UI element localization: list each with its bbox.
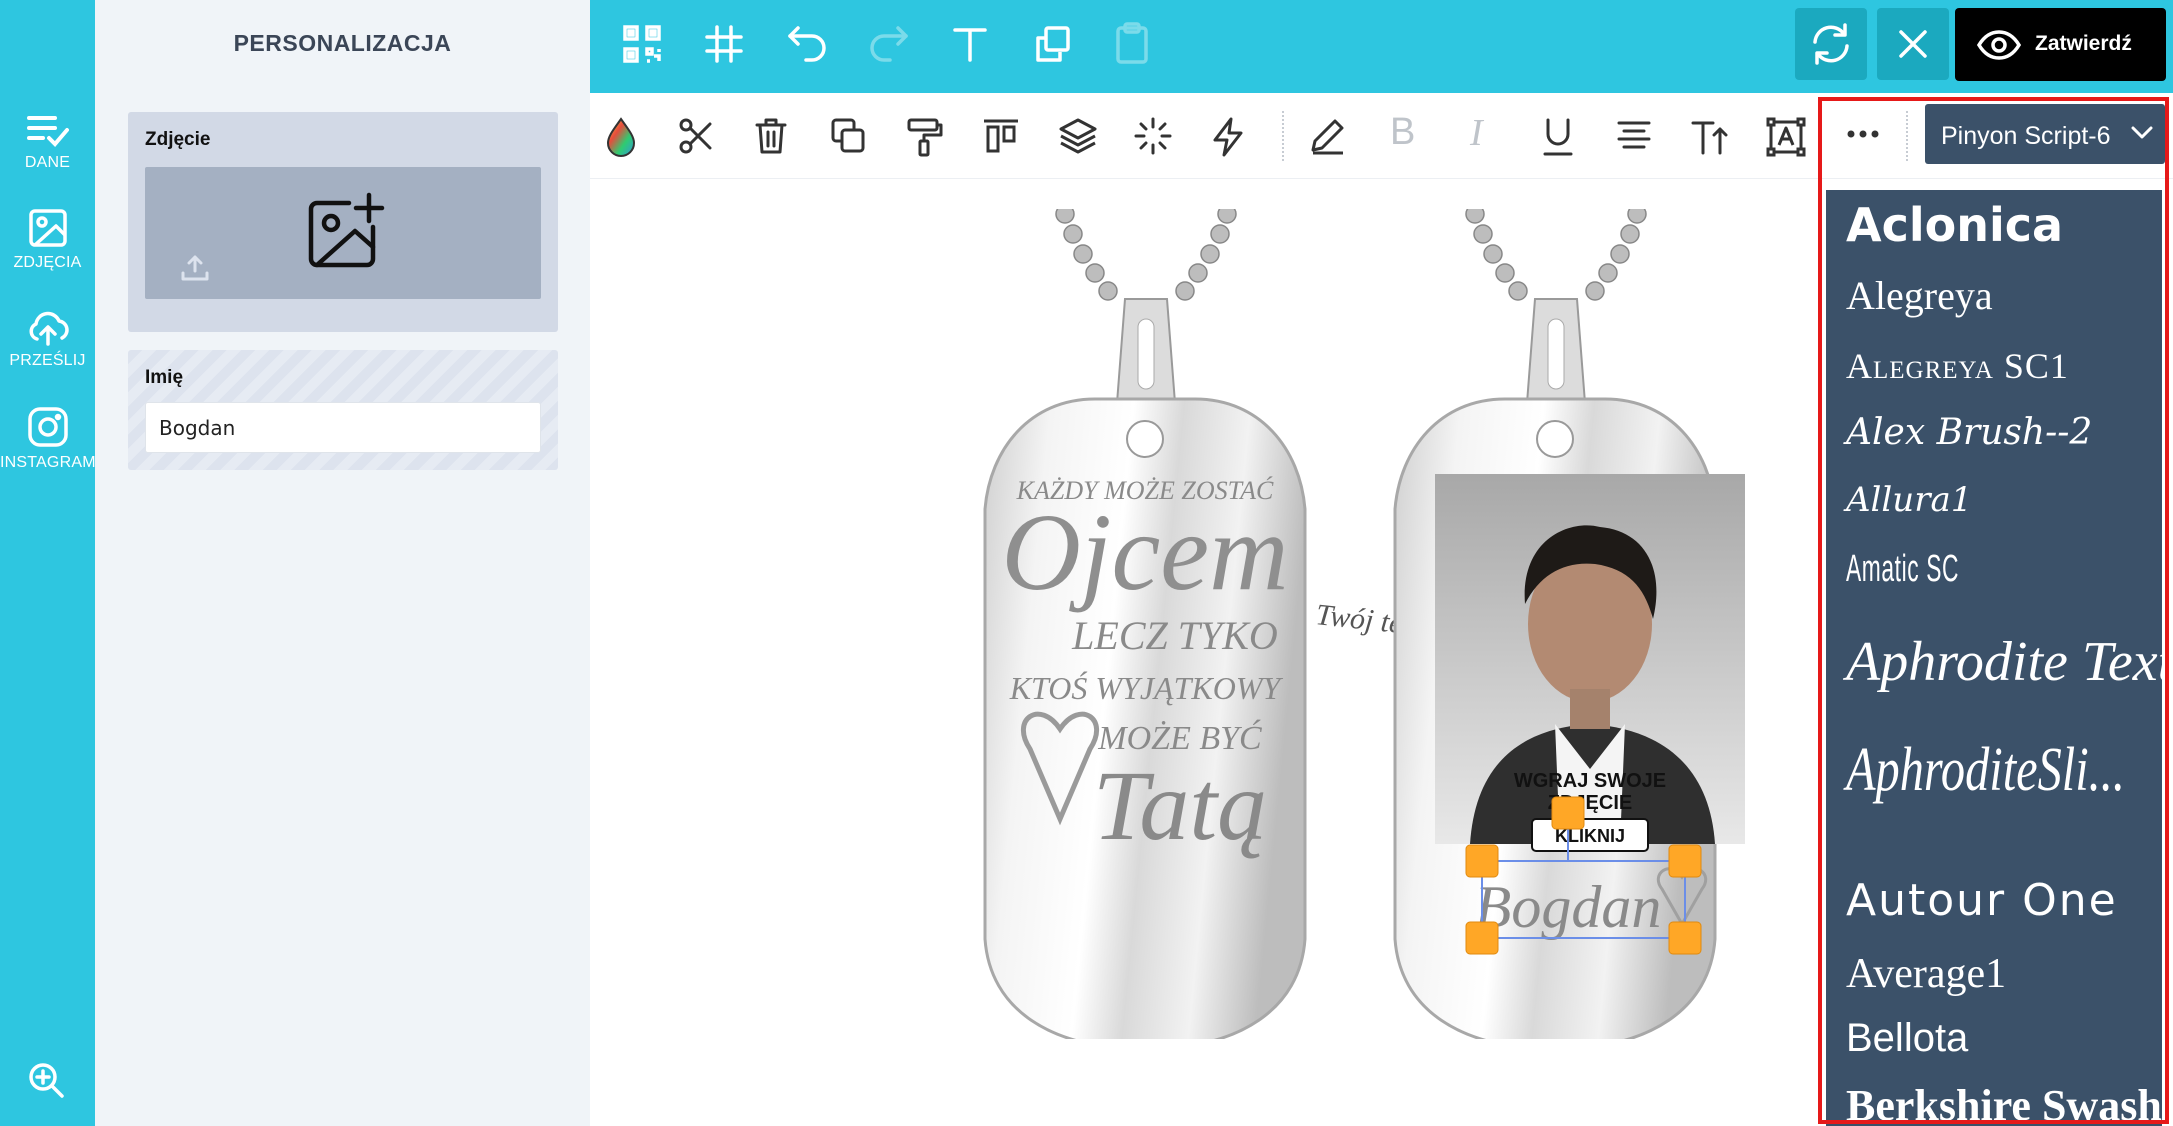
italic-icon[interactable]: I: [1470, 111, 1483, 155]
top-toolbar: Zatwierdź: [590, 0, 2173, 93]
rail-item-instagram[interactable]: INSTAGRAM: [0, 406, 96, 472]
rail-label: INSTAGRAM: [0, 454, 96, 471]
scissors-icon[interactable]: [678, 117, 714, 155]
name-text[interactable]: Bogdan: [1475, 874, 1662, 940]
font-option[interactable]: AphroditeSli...: [1846, 735, 2125, 806]
cloud-upload-icon: [29, 311, 69, 346]
font-option[interactable]: Alex Brush--2: [1846, 412, 2092, 453]
font-option[interactable]: Berkshire Swash: [1846, 1080, 2162, 1126]
tag1-line6: Tatą: [1093, 750, 1267, 861]
font-select-value: Pinyon Script-6: [1941, 122, 2111, 150]
rail-label: ZDJĘCIA: [13, 254, 82, 271]
text-box-icon[interactable]: [1766, 117, 1806, 157]
chain-left: [1055, 209, 1237, 301]
refresh-icon: [1813, 23, 1849, 65]
name-label: Imię: [145, 367, 184, 388]
font-option[interactable]: Alegreya: [1846, 272, 1993, 319]
image-icon: [28, 209, 67, 247]
toolbar-separator: [1906, 111, 1908, 161]
font-option[interactable]: Alegreya SC1: [1846, 345, 2069, 387]
click-button[interactable]: KLIKNIJ: [1531, 818, 1649, 852]
toolbar-separator: [1282, 111, 1284, 161]
dog-tags-preview: KAŻDY MOŻE ZOSTAĆ Ojcem LECZ TYKO KTOŚ W…: [983, 209, 1745, 1039]
rail-item-zdjecia[interactable]: ZDJĘCIA: [0, 208, 95, 272]
trash-icon[interactable]: [754, 117, 788, 155]
approve-label: Zatwierdź: [2035, 32, 2132, 55]
refresh-button[interactable]: [1795, 8, 1867, 80]
align-center-icon[interactable]: [1616, 117, 1652, 155]
clipboard-icon[interactable]: [1114, 22, 1150, 66]
font-dropdown-list: Aclonica Alegreya Alegreya SC1 Alex Brus…: [1826, 190, 2162, 1126]
pencil-icon[interactable]: [1310, 117, 1346, 155]
color-drop-icon[interactable]: [602, 117, 640, 157]
more-icon[interactable]: [1846, 129, 1880, 139]
tag1-line3: LECZ TYKO: [1071, 613, 1278, 658]
panel-title: PERSONALIZACJA: [233, 30, 452, 56]
font-option[interactable]: Average1: [1846, 950, 2006, 998]
rail-item-przeslij[interactable]: PRZEŚLIJ: [0, 306, 95, 370]
sparkle-icon[interactable]: [1134, 117, 1172, 155]
text-size-icon[interactable]: [1690, 117, 1730, 157]
lightning-icon[interactable]: [1210, 117, 1246, 157]
image-plus-icon: [308, 192, 385, 268]
personalization-panel: PERSONALIZACJA Zdjęcie Imię: [95, 0, 590, 1126]
rail-item-dane[interactable]: DANE: [0, 112, 95, 172]
name-card: Imię: [128, 350, 558, 470]
duplicate-icon[interactable]: [1032, 22, 1072, 66]
font-option[interactable]: Aphrodite Text: [1846, 630, 2162, 694]
close-icon: [1899, 30, 1927, 58]
photo-card: Zdjęcie: [128, 112, 558, 332]
text-icon[interactable]: [950, 22, 990, 66]
name-input[interactable]: [145, 402, 541, 453]
font-option[interactable]: Amatic SC: [1846, 548, 1959, 591]
photo-label: Zdjęcie: [145, 129, 211, 150]
align-top-icon[interactable]: [982, 117, 1020, 155]
left-rail: DANE ZDJĘCIA PRZEŚLIJ INSTAGRAM: [0, 0, 96, 1126]
tag1-line2: Ojcem: [1001, 491, 1288, 613]
photo-caption-1: WGRAJ SWOJE: [1514, 770, 1666, 792]
layers-icon[interactable]: [1058, 117, 1098, 155]
rail-label: DANE: [24, 154, 71, 171]
chevron-down-icon: [2131, 126, 2153, 139]
close-button[interactable]: [1877, 8, 1949, 80]
chain-right: [1465, 209, 1647, 301]
undo-icon[interactable]: [786, 22, 828, 66]
tag1-line4: KTOŚ WYJĄTKOWY: [1009, 670, 1284, 706]
copy-icon[interactable]: [830, 117, 866, 155]
bold-icon[interactable]: B: [1390, 111, 1415, 154]
grid-hash-icon[interactable]: [704, 22, 744, 66]
redo-icon[interactable]: [868, 22, 910, 66]
font-option[interactable]: Autour One: [1846, 875, 2118, 926]
approve-button[interactable]: Zatwierdź: [1955, 8, 2166, 81]
font-option[interactable]: Allura1: [1846, 480, 1972, 520]
font-option[interactable]: Bellota: [1846, 1016, 1968, 1061]
upload-icon: [181, 255, 209, 281]
paint-roller-icon[interactable]: [906, 117, 944, 157]
qr-code-icon[interactable]: [622, 22, 662, 66]
edit-toolbar: B I Pinyon Script-6: [590, 93, 2173, 179]
instagram-icon: [27, 407, 68, 447]
photo-upload-area[interactable]: [145, 167, 541, 299]
eye-icon: [1977, 30, 2021, 60]
list-check-icon: [26, 116, 69, 147]
rail-label: PRZEŚLIJ: [9, 352, 86, 369]
zoom-in-icon[interactable]: [26, 1060, 66, 1100]
underline-icon[interactable]: [1540, 117, 1576, 157]
font-select[interactable]: Pinyon Script-6: [1925, 104, 2165, 164]
font-option[interactable]: Aclonica: [1846, 198, 2063, 252]
